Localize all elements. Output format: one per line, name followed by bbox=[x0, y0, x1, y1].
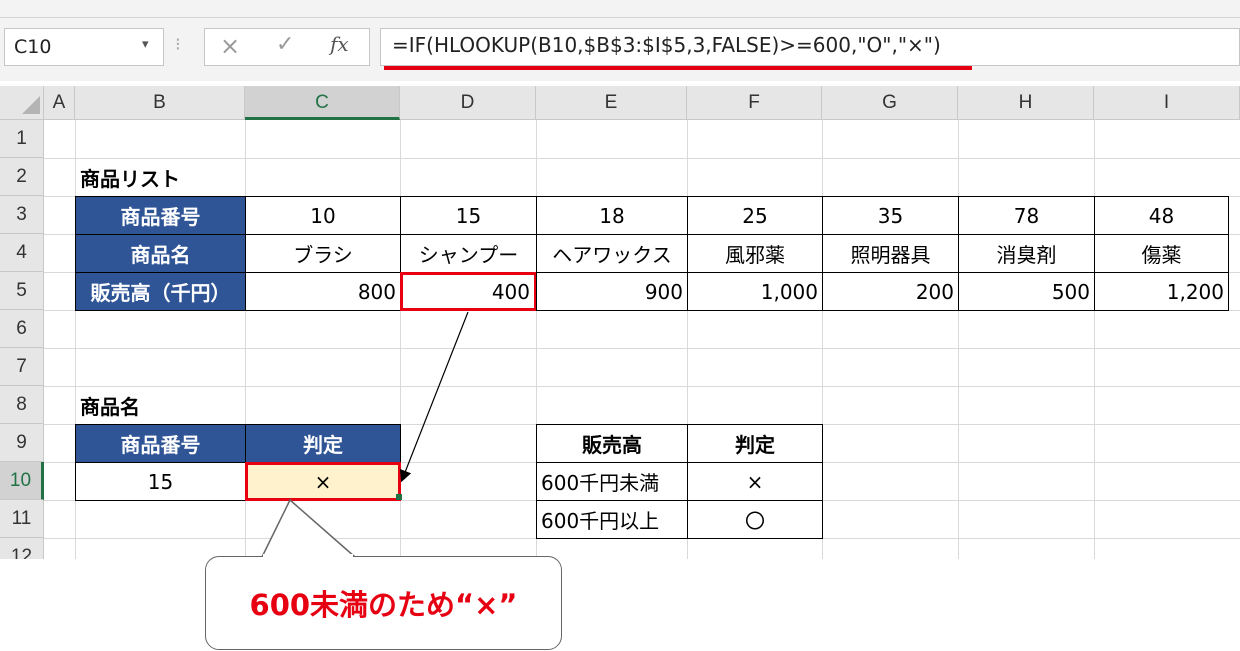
annotation-arrows bbox=[261, 311, 469, 558]
callout-text: 600未満のため“×” bbox=[249, 588, 518, 622]
lookup-arrow bbox=[399, 311, 469, 483]
callout-pointer bbox=[261, 498, 356, 558]
